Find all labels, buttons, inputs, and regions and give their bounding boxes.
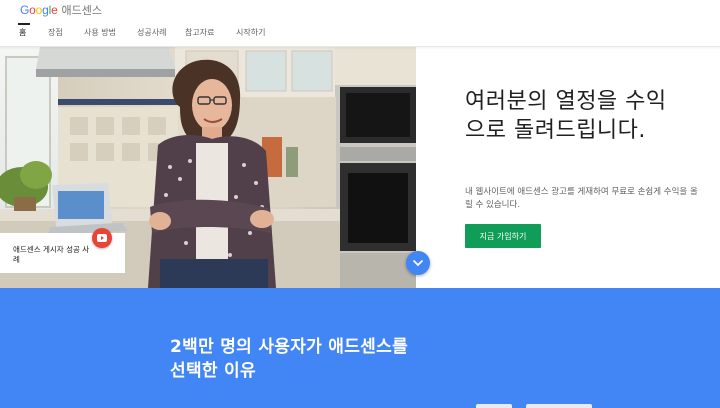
google-logo-wordmark: Google	[20, 3, 58, 17]
nav-item-get-started[interactable]: 시작하기	[236, 27, 265, 38]
nav-item-success-stories[interactable]: 성공사례	[137, 27, 166, 38]
hero-subtext: 내 웹사이트에 애드센스 광고를 게재하여 무료로 손쉽게 수익을 올릴 수 있…	[465, 187, 698, 210]
success-story-label: 애드센스 게시자 성공 사례	[13, 245, 90, 264]
play-video-button[interactable]	[92, 228, 112, 248]
product-name: 애드센스	[61, 4, 103, 17]
hero-headline: 여러분의 열정을 수익으로 돌려드립니다.	[465, 89, 667, 143]
card-top-edge	[526, 404, 592, 408]
logo-letter: G	[20, 3, 30, 17]
why-adsense-section: 2백만 명의 사용자가 애드센스를 선택한 이유	[0, 288, 720, 408]
play-icon	[97, 234, 107, 242]
nav-item-benefits[interactable]: 장점	[48, 27, 63, 38]
hero-text-panel: 여러분의 열정을 수익으로 돌려드립니다. 내 웹사이트에 애드센스 광고를 게…	[416, 47, 720, 288]
chevron-down-icon	[412, 259, 424, 267]
nav-item-home[interactable]: 홈	[19, 27, 26, 38]
google-adsense-logo[interactable]: Google 애드센스	[20, 2, 102, 18]
card-top-edge	[476, 404, 512, 408]
scroll-down-button[interactable]	[406, 251, 430, 275]
logo-letter: e	[51, 3, 58, 17]
nav-item-resources[interactable]: 참고자료	[185, 27, 214, 38]
section-title: 2백만 명의 사용자가 애드센스를 선택한 이유	[170, 337, 409, 381]
sign-up-button[interactable]: 지금 가입하기	[465, 224, 541, 248]
hero-section: 애드센스 게시자 성공 사례 여러분의 열정을 수익으로 돌려드립니다. 내 웹…	[0, 47, 720, 288]
site-header: Google 애드센스 홈 장점 사용 방법 성공사례 참고자료 시작하기	[0, 0, 720, 47]
nav-item-how-it-works[interactable]: 사용 방법	[84, 27, 116, 38]
active-tab-indicator	[18, 23, 30, 25]
